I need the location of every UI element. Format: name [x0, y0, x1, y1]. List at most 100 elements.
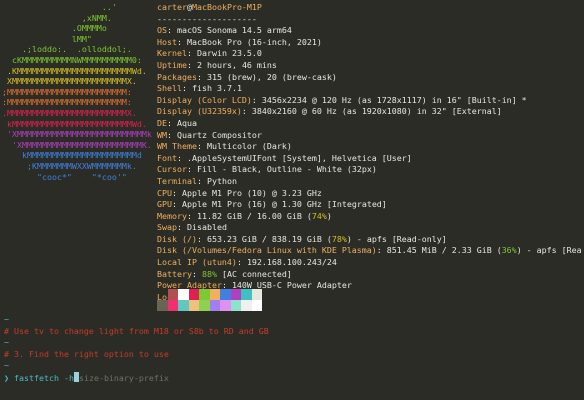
palette-swatch — [178, 289, 189, 311]
info-key: Swap — [157, 222, 177, 233]
info-row: Swap: Disabled — [157, 222, 227, 233]
prompt-cwd: ~ — [4, 360, 9, 371]
logo-line: ,xNMM. — [2, 12, 112, 23]
info-value: Disabled — [186, 222, 227, 233]
info-key: Disk (/Volumes/Fedora Linux with KDE Pla… — [157, 245, 377, 256]
info-key: Shell — [157, 83, 182, 94]
info-value: 851.45 MiB / 2.33 GiB ( — [386, 245, 502, 256]
info-key: Display (Color LCD) — [157, 94, 252, 105]
command-input-line[interactable]: ❯ fastfetch -h size-binary-prefix — [4, 371, 580, 384]
info-value: 3456x2234 @ 120 Hz (as 1728x1117) in 16"… — [261, 94, 527, 105]
logo-line: kMMMMMMMMMMMMMMMMMMMMMMMMWd. — [2, 118, 147, 129]
logo-line: ;KMMMMMMMWXXWMMMMMMMk. — [2, 160, 137, 171]
info-key: Uptime — [157, 59, 187, 70]
logo-line: lMM" — [2, 33, 92, 44]
palette-swatch — [157, 289, 168, 311]
info-row: Memory: 11.82 GiB / 16.00 GiB (74%) — [157, 210, 332, 221]
info-value: 192.168.100.243/24 — [246, 257, 337, 268]
percentage-value: 74% — [311, 210, 327, 221]
info-value: Aqua — [177, 117, 197, 128]
info-key: Cursor — [157, 164, 187, 175]
info-key: Display (U32359x) — [157, 106, 242, 117]
info-value: ) - apfs [Read-only] — [346, 233, 447, 244]
info-value: macOS Sonoma 14.5 arm64 — [177, 25, 292, 36]
info-row: Packages: 315 (brew), 20 (brew-cask) — [157, 71, 337, 82]
info-row: WM Theme: Multicolor (Dark) — [157, 141, 292, 152]
logo-line: 'XMMMMMMMMMMMMMMMMMMMMMMMMMMk — [2, 129, 152, 140]
palette-swatch — [167, 289, 178, 311]
palette-swatch — [251, 289, 262, 311]
command-arg[interactable]: -h — [59, 373, 74, 383]
info-value: 2 hours, 46 mins — [196, 59, 277, 70]
hostname: MacBookPro-M1P — [191, 2, 262, 12]
info-value: ) — [326, 210, 332, 221]
info-value: 3840x2160 @ 60 Hz (as 1920x1080) in 32" … — [251, 106, 502, 117]
info-key: Local IP (utun4) — [157, 257, 237, 268]
history-comment-line: # 3. Find the right option to use — [4, 348, 169, 359]
logo-line: 'XMMMMMMMMMMMMMMMMMMMMMMMMK. — [2, 139, 152, 150]
info-row: Host: MacBook Pro (16-inch, 2021) — [157, 36, 322, 47]
history-comment-line: # Use tv to change light from M18 or S8b… — [4, 325, 269, 336]
info-row: Kernel: Darwin 23.5.0 — [157, 48, 262, 59]
shell-prompt-area[interactable]: ~ # Use tv to change light from M18 or S… — [4, 314, 580, 384]
logo-line: .OMMMMo — [2, 23, 107, 34]
info-row: Shell: fish 3.7.1 — [157, 83, 242, 94]
info-value: Apple M1 Pro (10) @ 3.23 GHz — [182, 187, 322, 198]
info-key: CPU — [157, 187, 172, 198]
palette-swatch — [188, 289, 199, 311]
info-row: Battery: 88% [AC connected] — [157, 268, 292, 279]
info-value: Fill - Black, Outline - White (32px) — [196, 164, 377, 175]
palette-swatch — [220, 289, 231, 311]
info-row: DE: Aqua — [157, 117, 197, 128]
logo-line: .;loddo:. .olloddol;. — [2, 44, 132, 55]
logo-line: XMMMMMMMMMMMMMMMMMMMMMMMX. — [2, 76, 137, 87]
percentage-value: 88% — [201, 268, 217, 279]
info-value: fish 3.7.1 — [191, 83, 242, 94]
logo-line: :MMMMMMMMMMMMMMMMMMMMMMMM: — [2, 97, 132, 108]
header-separator: -------------------- — [157, 13, 257, 24]
terminal-window[interactable]: ..' ,xNMM. .OMMMMo lMM" .;loddo:. .ollod… — [0, 0, 584, 400]
info-value: Python — [206, 175, 237, 186]
info-value: 11.82 GiB / 16.00 GiB ( — [196, 210, 312, 221]
logo-line: ..' — [2, 2, 117, 12]
info-key: OS — [157, 25, 167, 36]
info-row: GPU: Apple M1 Pro (16) @ 1.30 GHz [Integ… — [157, 199, 387, 210]
ascii-apple-logo: ..' ,xNMM. .OMMMMo lMM" .;loddo:. .ollod… — [2, 2, 152, 182]
info-key: Kernel — [157, 48, 187, 59]
info-key: Battery — [157, 268, 192, 279]
info-value: Apple M1 Pro (16) @ 1.30 GHz [Integrated… — [182, 199, 387, 210]
user-host-line: carter@MacBookPro-M1P — [157, 2, 582, 14]
percentage-value: 78% — [331, 233, 347, 244]
prompt-cwd: ~ — [4, 337, 9, 348]
logo-line: ;MMMMMMMMMMMMMMMMMMMMMMMM: — [2, 86, 132, 97]
palette-swatch — [230, 289, 241, 311]
autosuggestion-text: size-binary-prefix — [78, 372, 169, 383]
info-key: Font — [157, 152, 177, 163]
info-value: Multicolor (Dark) — [206, 141, 292, 152]
info-value: ) - apfs [Read-only] — [516, 245, 582, 256]
palette-swatch — [241, 289, 252, 311]
info-key: WM — [157, 129, 167, 140]
prompt-chevron-icon: ❯ — [4, 372, 9, 383]
prompt-cwd: ~ — [4, 314, 9, 324]
system-info-panel: carter@MacBookPro-M1P ------------------… — [157, 2, 582, 303]
info-row: Disk (/Volumes/Fedora Linux with KDE Pla… — [157, 245, 582, 257]
command-text[interactable]: fastfetch — [14, 373, 59, 383]
info-key: Memory — [157, 210, 187, 221]
info-key: GPU — [157, 199, 172, 210]
info-key: DE — [157, 117, 167, 128]
logo-line: cKMMMMMMMMMMNWMMMMMMMMMM0: — [2, 54, 142, 65]
color-palette — [157, 289, 262, 311]
info-key: WM Theme — [157, 141, 197, 152]
info-row: WM: Quartz Compositor — [157, 129, 262, 140]
info-row: Cursor: Fill - Black, Outline - White (3… — [157, 164, 377, 175]
logo-line: .KMMMMMMMMMMMMMMMMMMMMMMMWd. — [2, 65, 147, 76]
info-key: Host — [157, 36, 177, 47]
info-key: Disk (/) — [157, 233, 197, 244]
info-value: Darwin 23.5.0 — [196, 48, 262, 59]
info-row: Uptime: 2 hours, 46 mins — [157, 59, 277, 70]
info-row: Local IP (utun4): 192.168.100.243/24 — [157, 257, 337, 268]
info-row: Terminal: Python — [157, 175, 237, 186]
logo-line: kMMMMMMMMMMMMMMMMMMMMMMd — [2, 150, 142, 161]
info-value: 315 (brew), 20 (brew-cask) — [206, 71, 337, 82]
